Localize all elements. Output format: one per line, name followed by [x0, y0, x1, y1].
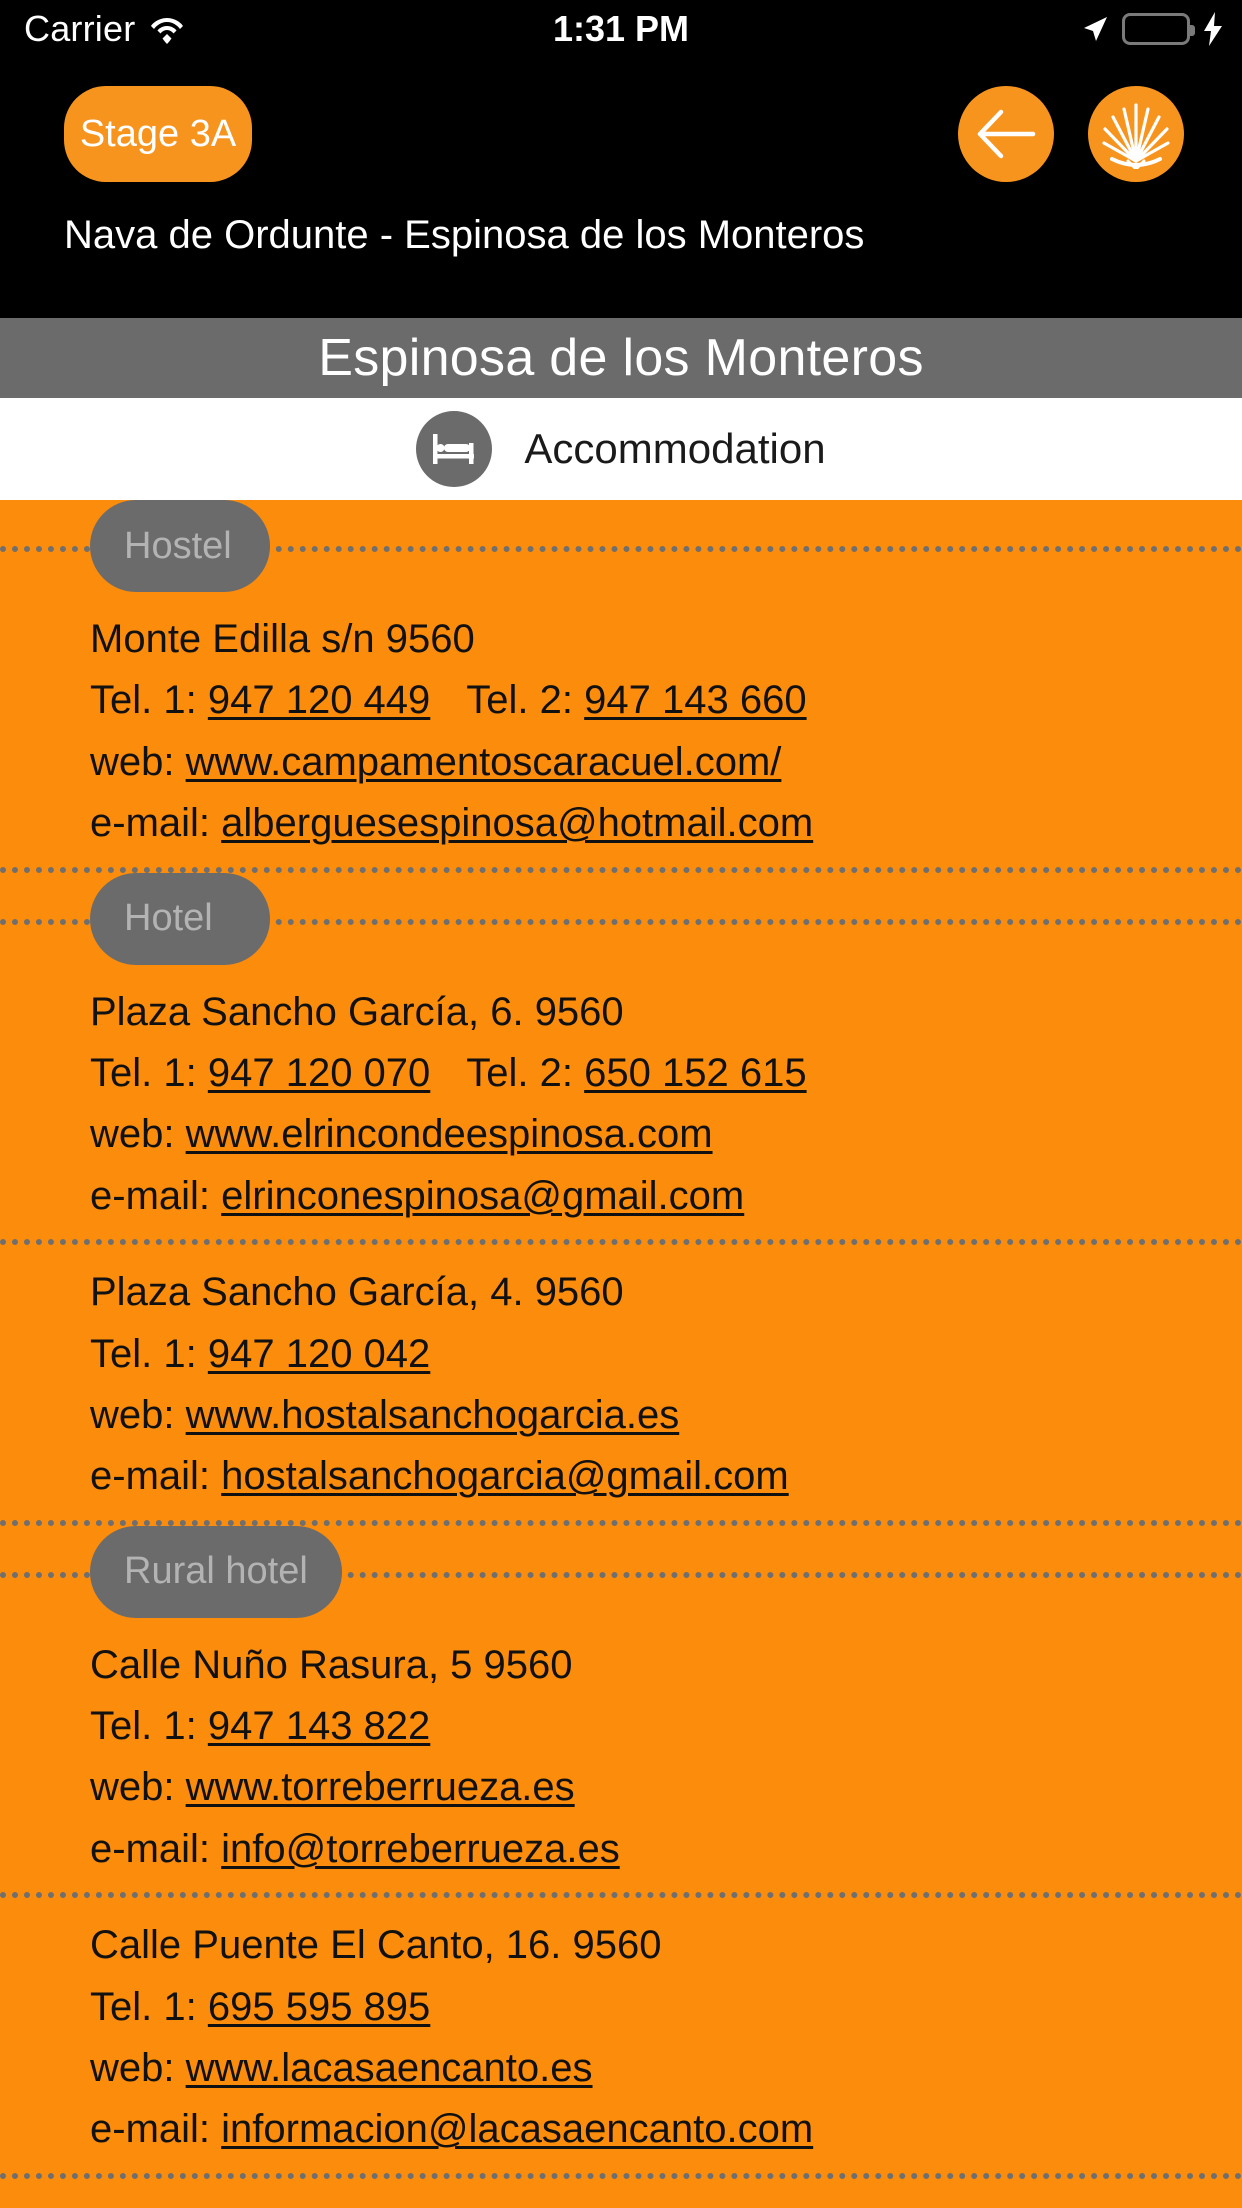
web-label: web:	[90, 1765, 175, 1810]
web-label: web:	[90, 1392, 175, 1437]
entry-phones: Tel. 1: 947 143 822	[0, 1705, 1242, 1747]
entry-web: web: www.torreberrueza.es	[0, 1766, 1242, 1808]
lightning-bolt-icon	[1202, 12, 1224, 46]
web-value[interactable]: www.campamentoscaracuel.com/	[186, 740, 782, 784]
entry-web: web: www.hostalsanchogarcia.es	[0, 1394, 1242, 1436]
email-label: e-mail:	[90, 1454, 211, 1499]
place-title-bar: Espinosa de los Monteros	[0, 318, 1242, 398]
email-value[interactable]: elrinconespinosa@gmail.com	[221, 1174, 744, 1218]
entry-separator	[0, 2172, 1242, 2179]
entry-email: e-mail: elrinconespinosa@gmail.com	[0, 1175, 1242, 1217]
entry-address: Calle Nuño Rasura, 5 9560	[90, 1642, 573, 1687]
tel2-value[interactable]: 947 143 660	[584, 678, 806, 722]
app-screen: Carrier 1:31 PM Stage 3A Nava de Ordunte…	[0, 0, 1242, 2208]
web-value[interactable]: www.elrincondeespinosa.com	[186, 1112, 713, 1156]
tel2-label: Tel. 2:	[466, 1050, 574, 1095]
entry-phones: Tel. 1: 947 120 042	[0, 1331, 1242, 1376]
entry-web: web: www.lacasaencanto.es	[0, 2047, 1242, 2089]
bed-icon	[416, 411, 493, 487]
web-value[interactable]: www.lacasaencanto.es	[186, 2046, 593, 2090]
status-bar-right	[1080, 0, 1224, 58]
email-value[interactable]: hostalsanchogarcia@gmail.com	[221, 1454, 789, 1498]
battery-full-icon	[1122, 13, 1195, 45]
entry-address: Calle Puente El Canto, 16. 9560	[90, 1923, 662, 1968]
stage-route-subtitle: Nava de Ordunte - Espinosa de los Monter…	[64, 213, 865, 257]
email-value[interactable]: alberguesespinosa@hotmail.com	[221, 801, 813, 845]
entry-web: web: www.campamentoscaracuel.com/	[0, 741, 1242, 783]
list-item: Calle Puente El Canto, 16. 9560 Tel. 1: 6…	[0, 1898, 1242, 2173]
clock-label: 1:31 PM	[552, 8, 690, 49]
location-arrow-icon	[1080, 14, 1110, 44]
email-value[interactable]: informacion@lacasaencanto.com	[221, 2107, 813, 2151]
tel1-value[interactable]: 947 143 822	[208, 1704, 430, 1748]
list-item: Calle Nuño Rasura, 5 9560 Tel. 1: 947 143…	[0, 1618, 1242, 1893]
email-label: e-mail:	[90, 1173, 211, 1218]
back-arrow-icon	[975, 106, 1037, 162]
camino-shell-button[interactable]	[1088, 86, 1184, 182]
web-value[interactable]: www.hostalsanchogarcia.es	[186, 1393, 680, 1437]
entry-email: e-mail: informacion@lacasaencanto.com	[0, 2108, 1242, 2150]
tel2-label: Tel. 2:	[466, 678, 574, 723]
list-item: Plaza Sancho García, 6. 9560 Tel. 1: 947 …	[0, 965, 1242, 1240]
tel2-value[interactable]: 650 152 615	[584, 1051, 806, 1095]
email-label: e-mail:	[90, 2107, 211, 2152]
web-label: web:	[90, 1112, 175, 1157]
section-header: Hotel	[0, 872, 1242, 965]
scallop-shell-icon	[1098, 99, 1174, 169]
section-header: Rural hotel	[0, 1525, 1242, 1618]
entry-phones: Tel. 1: 947 120 070 Tel. 2: 650 152 615	[0, 1052, 1242, 1094]
section-pill-hostel[interactable]: Hostel	[90, 500, 270, 592]
stage-button[interactable]: Stage 3A	[64, 86, 252, 182]
tel1-label: Tel. 1:	[90, 1704, 197, 1749]
tel1-label: Tel. 1:	[90, 678, 197, 723]
tel1-value[interactable]: 947 120 042	[208, 1332, 430, 1376]
tel1-label: Tel. 1:	[90, 1984, 197, 2029]
section-pill-hotel[interactable]: Hotel	[90, 872, 270, 965]
tel1-value[interactable]: 947 120 449	[208, 678, 430, 722]
list-item: Plaza Sancho García, 4. 9560 Tel. 1: 947 …	[0, 1245, 1242, 1520]
web-label: web:	[90, 739, 175, 784]
stage-button-label: Stage 3A	[79, 112, 237, 155]
list-item: Monte Edilla s/n 9560 Tel. 1: 947 120 449…	[0, 592, 1242, 867]
tel1-value[interactable]: 947 120 070	[208, 1051, 430, 1095]
tel1-label: Tel. 1:	[90, 1050, 197, 1095]
entry-email: e-mail: alberguesespinosa@hotmail.com	[0, 802, 1242, 844]
email-label: e-mail:	[90, 801, 211, 846]
email-label: e-mail:	[90, 1826, 211, 1871]
navigation-bar: Stage 3A Nava de Ordunte - Espinosa de l…	[0, 58, 1242, 318]
back-button[interactable]	[958, 86, 1054, 182]
web-value[interactable]: www.torreberrueza.es	[186, 1765, 575, 1809]
email-value[interactable]: info@torreberrueza.es	[221, 1827, 620, 1871]
entry-phones: Tel. 1: 695 595 895	[0, 1984, 1242, 2029]
status-bar-clock: 1:31 PM	[0, 0, 1242, 58]
category-header[interactable]: Accommodation	[0, 398, 1242, 500]
entry-web: web: www.elrincondeespinosa.com	[0, 1113, 1242, 1155]
entry-email: e-mail: hostalsanchogarcia@gmail.com	[0, 1455, 1242, 1497]
section-header: Hostel	[0, 500, 1242, 592]
entry-address: Monte Edilla s/n 9560	[90, 617, 475, 661]
entry-address: Plaza Sancho García, 6. 9560	[90, 989, 624, 1034]
entry-email: e-mail: info@torreberrueza.es	[0, 1828, 1242, 1870]
status-bar: Carrier 1:31 PM	[0, 0, 1242, 58]
section-pill-rural-hotel[interactable]: Rural hotel	[90, 1525, 342, 1618]
tel1-label: Tel. 1:	[90, 1331, 197, 1376]
web-label: web:	[90, 2046, 175, 2091]
place-title: Espinosa de los Monteros	[318, 329, 924, 387]
entry-address: Plaza Sancho García, 4. 9560	[90, 1270, 624, 1315]
entry-phones: Tel. 1: 947 120 449 Tel. 2: 947 143 660	[0, 679, 1242, 721]
category-label: Accommodation	[524, 425, 826, 472]
tel1-value[interactable]: 695 595 895	[208, 1985, 430, 2029]
accommodation-list: Hostel Monte Edilla s/n 9560 Tel. 1: 947 1…	[0, 500, 1242, 2189]
